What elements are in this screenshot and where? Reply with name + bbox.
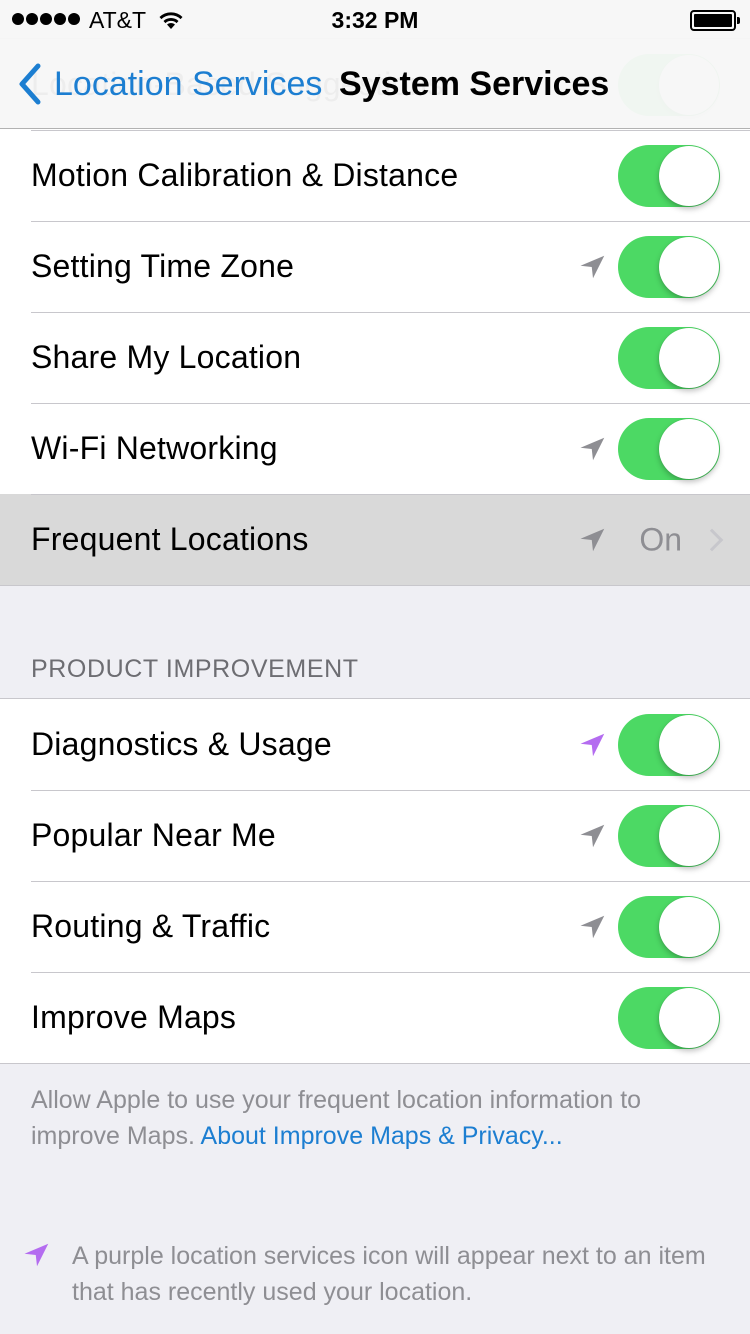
page-title: System Services	[339, 64, 610, 103]
toggle-knob	[659, 714, 719, 775]
clock: 3:32 PM	[331, 7, 419, 33]
row-motion-calibration: Motion Calibration & Distance	[0, 130, 750, 221]
toggle-knob	[659, 418, 719, 479]
screen: Location-Based Suggestions Motion Calibr…	[0, 0, 750, 1334]
legend-text: A purple location services icon will app…	[72, 1242, 706, 1306]
row-share-my-location: Share My Location	[0, 312, 750, 403]
toggle-knob	[659, 236, 719, 297]
row-setting-time-zone: Setting Time Zone	[0, 221, 750, 312]
toggle-knob	[659, 805, 719, 866]
chevron-left-icon	[19, 63, 41, 105]
toggle-motion-calibration[interactable]	[618, 144, 720, 207]
back-label: Location Services	[54, 64, 323, 103]
purple-icon-legend: A purple location services icon will app…	[0, 1238, 750, 1310]
back-button[interactable]: Location Services	[14, 40, 322, 128]
battery-icon	[690, 10, 740, 31]
toggle-knob	[659, 987, 719, 1048]
product-improvement-group: Diagnostics & Usage Popular Near Me Rout…	[0, 698, 750, 1064]
row-diagnostics-usage: Diagnostics & Usage	[0, 699, 750, 790]
location-arrow-icon	[578, 434, 608, 464]
toggle-knob	[659, 145, 719, 206]
toggle-wifi-networking[interactable]	[618, 417, 720, 480]
scroll-content: Location-Based Suggestions Motion Calibr…	[0, 38, 750, 1310]
toggle-routing-traffic[interactable]	[618, 895, 720, 958]
row-wifi-networking: Wi-Fi Networking	[0, 403, 750, 494]
toggle-setting-time-zone[interactable]	[618, 235, 720, 298]
location-arrow-icon	[578, 525, 608, 555]
status-bar: AT&T 3:32 PM	[0, 0, 750, 40]
about-improve-maps-link[interactable]: About Improve Maps & Privacy...	[201, 1122, 563, 1150]
toggle-popular-near-me[interactable]	[618, 804, 720, 867]
toggle-improve-maps[interactable]	[618, 986, 720, 1049]
top-bar: AT&T 3:32 PM Location Services System Se…	[0, 0, 750, 129]
location-arrow-icon	[578, 252, 608, 282]
improve-maps-footer: Allow Apple to use your frequent locatio…	[0, 1064, 750, 1154]
row-improve-maps: Improve Maps	[0, 972, 750, 1063]
section-header-product-improvement: PRODUCT IMPROVEMENT	[31, 655, 359, 683]
location-arrow-purple-icon	[22, 1240, 52, 1270]
row-routing-traffic: Routing & Traffic	[0, 881, 750, 972]
row-popular-near-me: Popular Near Me	[0, 790, 750, 881]
navigation-bar: Location Services System Services	[0, 40, 750, 128]
frequent-locations-value: On	[639, 521, 682, 557]
row-frequent-locations[interactable]: Frequent Locations On	[0, 494, 750, 585]
location-arrow-icon	[578, 912, 608, 942]
toggle-diagnostics-usage[interactable]	[618, 713, 720, 776]
location-arrow-purple-icon	[578, 730, 608, 760]
toggle-knob	[659, 327, 719, 388]
toggle-share-my-location[interactable]	[618, 326, 720, 389]
toggle-knob	[659, 896, 719, 957]
location-arrow-icon	[578, 821, 608, 851]
